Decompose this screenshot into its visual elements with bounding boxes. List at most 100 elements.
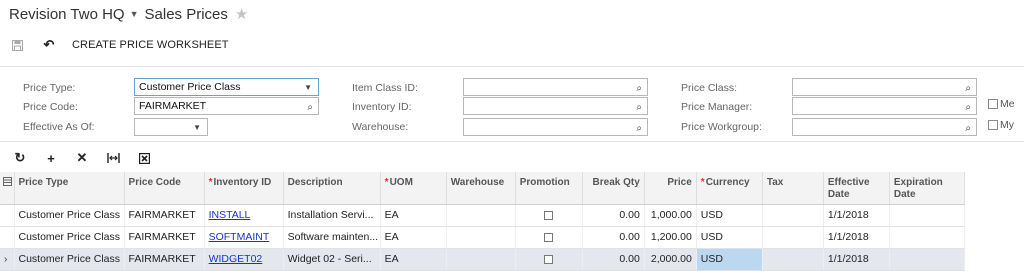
search-icon[interactable]: ⌕ bbox=[636, 100, 642, 114]
cell-effective-date[interactable]: 1/1/2018 bbox=[823, 248, 890, 271]
cell-price[interactable]: 1,200.00 bbox=[644, 226, 697, 249]
cell-tax[interactable] bbox=[762, 204, 824, 227]
cell-currency-active[interactable]: USD bbox=[696, 248, 763, 271]
search-icon[interactable]: ⌕ bbox=[307, 100, 313, 114]
cell-promotion[interactable] bbox=[515, 204, 583, 227]
promotion-checkbox[interactable] bbox=[544, 232, 554, 242]
cell-break-qty[interactable]: 0.00 bbox=[582, 226, 645, 249]
col-price[interactable]: Price bbox=[644, 172, 697, 205]
cell-inventory-id[interactable]: INSTALL bbox=[204, 204, 284, 227]
cell-price-type[interactable]: Customer Price Class bbox=[14, 248, 125, 271]
cell-warehouse[interactable] bbox=[446, 248, 516, 271]
company-dropdown-icon[interactable]: ▼ bbox=[130, 9, 139, 19]
cell-inventory-id[interactable]: SOFTMAINT bbox=[204, 226, 284, 249]
cell-uom[interactable]: EA bbox=[380, 204, 447, 227]
item-class-id-field[interactable]: ⌕ bbox=[463, 78, 648, 96]
col-inventory-id-label: Inventory ID bbox=[213, 177, 272, 188]
search-icon[interactable]: ⌕ bbox=[965, 81, 971, 95]
delete-row-icon[interactable]: ✕ bbox=[75, 150, 89, 165]
undo-icon[interactable]: ↶ bbox=[42, 37, 56, 52]
inventory-id-link[interactable]: WIDGET02 bbox=[209, 253, 263, 265]
cell-break-qty[interactable]: 0.00 bbox=[582, 248, 645, 271]
cell-tax[interactable] bbox=[762, 248, 824, 271]
col-uom[interactable]: *UOM bbox=[380, 172, 447, 205]
table-row-selected[interactable]: › Customer Price Class FAIRMARKET WIDGET… bbox=[0, 248, 966, 271]
cell-currency[interactable]: USD bbox=[696, 226, 763, 249]
col-price-type[interactable]: Price Type bbox=[14, 172, 125, 205]
table-row[interactable]: Customer Price Class FAIRMARKET SOFTMAIN… bbox=[0, 226, 966, 249]
export-excel-icon[interactable] bbox=[137, 151, 151, 165]
col-warehouse[interactable]: Warehouse bbox=[446, 172, 516, 205]
chevron-down-icon[interactable]: ▼ bbox=[304, 80, 312, 95]
col-expiration-date[interactable]: Expiration Date bbox=[889, 172, 966, 205]
cell-effective-date[interactable]: 1/1/2018 bbox=[823, 204, 890, 227]
me-checkbox[interactable] bbox=[988, 99, 998, 109]
cell-warehouse[interactable] bbox=[446, 204, 516, 227]
promotion-checkbox[interactable] bbox=[544, 210, 554, 220]
table-row[interactable]: Customer Price Class FAIRMARKET INSTALL … bbox=[0, 204, 966, 227]
fit-to-screen-icon[interactable] bbox=[106, 151, 120, 165]
cell-inventory-id[interactable]: WIDGET02 bbox=[204, 248, 284, 271]
cell-expiration-date[interactable] bbox=[889, 204, 966, 227]
row-indicator[interactable] bbox=[0, 226, 15, 249]
col-price-code[interactable]: Price Code bbox=[124, 172, 205, 205]
my-checkbox[interactable] bbox=[988, 120, 998, 130]
cell-price-code[interactable]: FAIRMARKET bbox=[124, 204, 205, 227]
cell-price-code[interactable]: FAIRMARKET bbox=[124, 248, 205, 271]
cell-uom[interactable]: EA bbox=[380, 226, 447, 249]
price-workgroup-field[interactable]: ⌕ bbox=[792, 118, 977, 136]
col-currency[interactable]: *Currency bbox=[696, 172, 763, 205]
price-code-field[interactable]: FAIRMARKET ⌕ bbox=[134, 97, 319, 115]
col-promotion[interactable]: Promotion bbox=[515, 172, 583, 205]
col-tax[interactable]: Tax bbox=[762, 172, 824, 205]
cell-expiration-date[interactable] bbox=[889, 248, 966, 271]
cell-effective-date[interactable]: 1/1/2018 bbox=[823, 226, 890, 249]
cell-uom[interactable]: EA bbox=[380, 248, 447, 271]
col-currency-label: Currency bbox=[705, 177, 750, 188]
add-row-icon[interactable]: + bbox=[44, 151, 58, 166]
chevron-down-icon[interactable]: ▼ bbox=[193, 120, 201, 135]
effective-as-of-field[interactable]: ▼ bbox=[134, 118, 208, 136]
cell-currency[interactable]: USD bbox=[696, 204, 763, 227]
price-type-select[interactable]: Customer Price Class ▼ bbox=[134, 78, 319, 96]
search-icon[interactable]: ⌕ bbox=[965, 100, 971, 114]
price-type-value: Customer Price Class bbox=[139, 81, 241, 93]
search-icon[interactable]: ⌕ bbox=[636, 121, 642, 135]
row-indicator[interactable]: › bbox=[0, 248, 15, 271]
cell-price-code[interactable]: FAIRMARKET bbox=[124, 226, 205, 249]
col-description[interactable]: Description bbox=[283, 172, 381, 205]
cell-price[interactable]: 2,000.00 bbox=[644, 248, 697, 271]
cell-price-type[interactable]: Customer Price Class bbox=[14, 204, 125, 227]
cell-break-qty[interactable]: 0.00 bbox=[582, 204, 645, 227]
price-manager-field[interactable]: ⌕ bbox=[792, 97, 977, 115]
price-class-field[interactable]: ⌕ bbox=[792, 78, 977, 96]
favorite-star-icon[interactable]: ★ bbox=[235, 5, 248, 23]
cell-warehouse[interactable] bbox=[446, 226, 516, 249]
search-icon[interactable]: ⌕ bbox=[636, 81, 642, 95]
screen-header: Revision Two HQ ▼ Sales Prices ★ bbox=[9, 5, 248, 24]
grid-settings-icon[interactable] bbox=[0, 172, 15, 205]
cell-price[interactable]: 1,000.00 bbox=[644, 204, 697, 227]
inventory-id-field[interactable]: ⌕ bbox=[463, 97, 648, 115]
refresh-icon[interactable]: ↻ bbox=[13, 150, 27, 165]
cell-description[interactable]: Software mainten... bbox=[283, 226, 381, 249]
promotion-checkbox[interactable] bbox=[544, 254, 554, 264]
company-name[interactable]: Revision Two HQ bbox=[9, 6, 125, 23]
warehouse-field[interactable]: ⌕ bbox=[463, 118, 648, 136]
cell-expiration-date[interactable] bbox=[889, 226, 966, 249]
cell-tax[interactable] bbox=[762, 226, 824, 249]
cell-promotion[interactable] bbox=[515, 226, 583, 249]
save-icon[interactable] bbox=[10, 38, 24, 52]
cell-description[interactable]: Widget 02 - Seri... bbox=[283, 248, 381, 271]
col-break-qty[interactable]: Break Qty bbox=[582, 172, 645, 205]
cell-description[interactable]: Installation Servi... bbox=[283, 204, 381, 227]
cell-price-type[interactable]: Customer Price Class bbox=[14, 226, 125, 249]
inventory-id-link[interactable]: SOFTMAINT bbox=[209, 231, 270, 243]
col-effective-date[interactable]: Effective Date bbox=[823, 172, 890, 205]
cell-promotion[interactable] bbox=[515, 248, 583, 271]
create-price-worksheet-button[interactable]: CREATE PRICE WORKSHEET bbox=[72, 39, 229, 51]
col-inventory-id[interactable]: *Inventory ID bbox=[204, 172, 284, 205]
search-icon[interactable]: ⌕ bbox=[965, 121, 971, 135]
row-indicator[interactable] bbox=[0, 204, 15, 227]
inventory-id-link[interactable]: INSTALL bbox=[209, 209, 251, 221]
